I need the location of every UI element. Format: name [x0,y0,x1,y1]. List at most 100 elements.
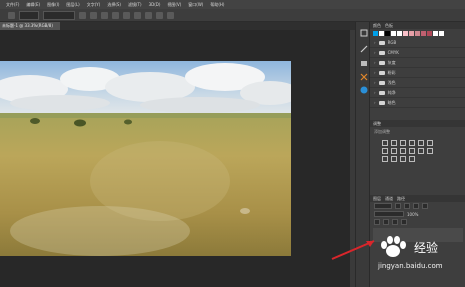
document-tab[interactable]: 未标题-1 @ 33.3%(RGB/8) [0,22,60,30]
chevron-right-icon: › [374,100,376,105]
align-left-icon[interactable] [79,11,86,19]
kind-filter[interactable] [374,203,392,209]
align-top-icon[interactable] [112,11,119,19]
curves-icon[interactable] [400,140,406,146]
color-balance-icon[interactable] [382,148,388,154]
gradient-map-icon[interactable] [400,156,406,162]
align-center-icon[interactable] [90,11,97,19]
menu-edit[interactable]: 编辑(E) [26,2,40,8]
channel-mixer-icon[interactable] [409,148,415,154]
swatch-folder[interactable]: › 粉彩 [370,68,465,78]
align-middle-icon[interactable] [123,11,130,19]
folder-icon [378,70,385,75]
lookup-icon[interactable] [418,148,424,154]
menu-type[interactable]: 文字(Y) [87,2,101,8]
baidu-jingyan-watermark: 经验 jingyan.baidu.com [378,236,462,284]
type-filter-icon[interactable] [413,203,419,209]
swatch-folder[interactable]: › 浅色 [370,78,465,88]
chevron-right-icon: › [374,40,376,45]
swatch-folder[interactable]: › CMYK [370,48,465,58]
lock-transparent-icon[interactable] [374,219,380,225]
vibrance-icon[interactable] [418,140,424,146]
swatch-folder[interactable]: › 纯净 [370,88,465,98]
tab-adjustments[interactable]: 调整 [373,121,381,127]
menu-view[interactable]: 视图(V) [167,2,181,8]
blend-mode-select[interactable] [374,211,404,217]
swatch[interactable] [415,31,420,36]
options-dropdown[interactable] [43,10,75,20]
posterize-icon[interactable] [382,156,388,162]
adjustments-grid [370,137,465,165]
watermark-url: jingyan.baidu.com [378,262,443,270]
lock-all-icon[interactable] [401,219,407,225]
hue-icon[interactable] [427,140,433,146]
clone-icon[interactable] [359,58,368,67]
menu-select[interactable]: 选择(S) [107,2,121,8]
pixel-filter-icon[interactable] [395,203,401,209]
menu-layer[interactable]: 图层(L) [66,2,79,8]
lock-move-icon[interactable] [392,219,398,225]
brightness-icon[interactable] [382,140,388,146]
swatch[interactable] [427,31,432,36]
tool-preset-icon[interactable] [8,11,15,19]
tab-channels[interactable]: 通道 [385,196,393,202]
swatch-folder[interactable]: › RGB [370,38,465,48]
options-bar [0,9,465,22]
swatch-row [370,29,465,38]
swatch-folder[interactable]: › 暗色 [370,98,465,108]
menu-help[interactable]: 帮助(H) [210,2,224,8]
exposure-icon[interactable] [409,140,415,146]
swatch[interactable] [379,31,384,36]
3d-icon[interactable] [359,85,368,94]
tab-paths[interactable]: 路径 [397,196,405,202]
align-right-icon[interactable] [101,11,108,19]
tab-swatches[interactable]: 色板 [385,23,393,29]
chevron-right-icon: › [374,80,376,85]
tools-icon[interactable] [359,72,368,81]
canvas-photo[interactable] [0,61,291,256]
menu-bar: 文件(F) 编辑(E) 图像(I) 图层(L) 文字(Y) 选择(S) 滤镜(T… [0,0,465,9]
tab-layers[interactable]: 图层 [373,196,381,202]
folder-label: 灰度 [387,59,396,65]
tab-color[interactable]: 颜色 [373,23,381,29]
adjustments-hint: 添加调整 [374,129,390,134]
swatch[interactable] [421,31,426,36]
distribute-h-icon[interactable] [156,11,163,19]
shape-filter-icon[interactable] [422,203,428,209]
photo-filter-icon[interactable] [400,148,406,154]
threshold-icon[interactable] [391,156,397,162]
swatch[interactable] [403,31,408,36]
history-icon[interactable] [359,28,368,37]
menu-image[interactable]: 图像(I) [47,2,59,8]
menu-window[interactable]: 窗口(W) [188,2,203,8]
swatch-folder[interactable]: › 灰度 [370,58,465,68]
menu-file[interactable]: 文件(F) [6,2,19,8]
opacity-value[interactable]: 100% [407,212,418,217]
swatch[interactable] [439,31,444,36]
invert-icon[interactable] [427,148,433,154]
lock-brush-icon[interactable] [383,219,389,225]
swatch[interactable] [397,31,402,36]
swatch[interactable] [433,31,438,36]
menu-filter[interactable]: 滤镜(T) [128,2,142,8]
watermark-text: 经验 [414,241,439,255]
folder-label: 纯净 [387,89,396,95]
levels-icon[interactable] [391,140,397,146]
folder-icon [378,80,385,85]
menu-3d[interactable]: 3D(D) [149,2,161,7]
swatch[interactable] [373,31,378,36]
layer-filter-row [370,202,465,210]
chevron-right-icon: › [374,60,376,65]
folder-label: RGB [387,40,397,45]
3d-mode-icon[interactable] [167,11,174,19]
options-field[interactable] [19,10,39,20]
distribute-icon[interactable] [145,11,152,19]
black-white-icon[interactable] [391,148,397,154]
brush-icon[interactable] [359,44,368,53]
swatch[interactable] [385,31,390,36]
selective-color-icon[interactable] [409,156,415,162]
align-bottom-icon[interactable] [134,11,141,19]
adjust-filter-icon[interactable] [404,203,410,209]
swatch[interactable] [409,31,414,36]
swatch[interactable] [391,31,396,36]
